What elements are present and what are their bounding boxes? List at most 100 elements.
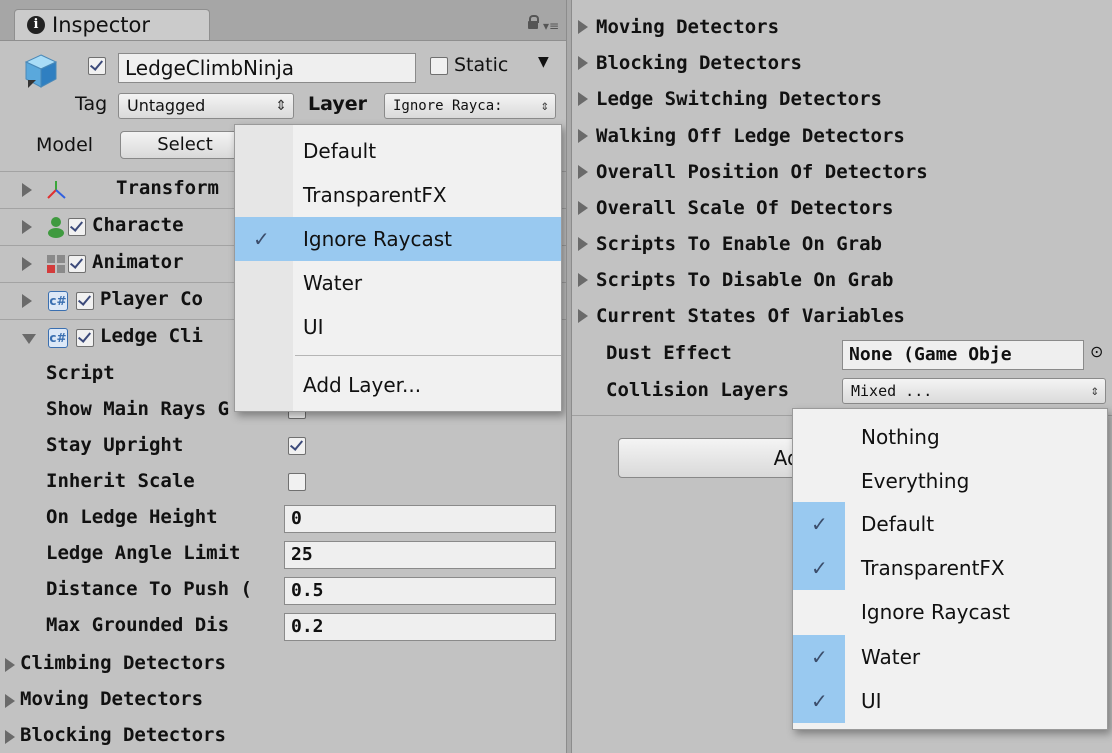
gameobject-cube-icon [24, 54, 58, 88]
inherit-scale-label: Inherit Scale [46, 470, 195, 492]
menu-item-label: UI [303, 315, 324, 339]
collision-menu-item-transparentfx[interactable]: ✓ TransparentFX [793, 546, 1107, 590]
foldout-current-states-of-variables[interactable]: Current States Of Variables [572, 301, 1112, 338]
on-ledge-height-input[interactable]: 0 [284, 505, 556, 533]
csharp-script-icon: c# [48, 291, 68, 311]
foldout-arrow-icon[interactable] [22, 220, 32, 234]
menu-separator [295, 355, 561, 356]
updown-arrows-icon: ⇕ [540, 98, 549, 114]
layer-menu-item-water[interactable]: Water [235, 261, 561, 305]
menu-item-label: Default [861, 512, 935, 536]
ledge-angle-limit-input[interactable]: 25 [284, 541, 556, 569]
foldout-arrow-icon[interactable] [578, 56, 588, 70]
foldout-arrow-icon[interactable] [5, 658, 15, 672]
tag-dropdown[interactable]: Untagged ⇕ [118, 93, 294, 119]
tab-bar: i Inspector ▾≡ [0, 0, 566, 41]
info-icon: i [27, 16, 45, 34]
foldout-arrow-icon[interactable] [578, 92, 588, 106]
foldout-arrow-icon[interactable] [578, 20, 588, 34]
collision-menu-item-ui[interactable]: ✓ UI [793, 679, 1107, 723]
collision-menu-item-everything[interactable]: Everything [793, 459, 1107, 503]
static-checkbox[interactable] [430, 57, 448, 75]
script-label: Script [46, 362, 115, 384]
object-picker-icon[interactable]: ⊙ [1090, 342, 1103, 361]
menu-item-label: Default [303, 139, 377, 163]
foldout-blocking-detectors[interactable]: Blocking Detectors [572, 48, 1112, 85]
static-dropdown-arrow-icon[interactable]: ▼ [538, 54, 549, 70]
foldout-overall-position-of-detectors[interactable]: Overall Position Of Detectors [572, 157, 1112, 194]
foldout-scripts-to-disable-on-grab[interactable]: Scripts To Disable On Grab [572, 265, 1112, 302]
object-name-input[interactable]: LedgeClimbNinja [118, 53, 416, 83]
menu-item-label: TransparentFX [861, 556, 1005, 580]
model-select-button[interactable]: Select [120, 131, 250, 159]
collision-menu-item-ignore-raycast[interactable]: Ignore Raycast [793, 590, 1107, 634]
inherit-scale-checkbox[interactable] [288, 473, 306, 491]
menu-item-label: Everything [861, 469, 970, 493]
layer-menu-item-ignore-raycast[interactable]: ✓ Ignore Raycast [235, 217, 561, 261]
layer-menu-item-default[interactable]: Default [235, 129, 561, 173]
collision-menu-item-water[interactable]: ✓ Water [793, 635, 1107, 679]
foldout-ledge-switching-detectors[interactable]: Ledge Switching Detectors [572, 84, 1112, 121]
foldout-arrow-icon[interactable] [22, 294, 32, 308]
foldout-moving-detectors[interactable]: Moving Detectors [0, 683, 566, 720]
foldout-label: Moving Detectors [596, 16, 780, 38]
max-grounded-dis-input[interactable]: 0.2 [284, 613, 556, 641]
foldout-arrow-icon[interactable] [5, 694, 15, 708]
foldout-label: Overall Scale Of Detectors [596, 197, 894, 219]
tab-menu-icon[interactable]: ▾≡ [543, 19, 559, 33]
animator-icon [47, 255, 65, 273]
inspector-panel: i Inspector ▾≡ LedgeClimbNinja Static ▼ … [0, 0, 566, 753]
layer-dropdown[interactable]: Ignore Rayca: ⇕ [384, 93, 556, 119]
layer-menu: Default TransparentFX ✓ Ignore Raycast W… [234, 124, 562, 412]
foldout-arrow-icon[interactable] [578, 201, 588, 215]
component-enabled-checkbox[interactable] [76, 329, 94, 347]
stay-upright-checkbox[interactable] [288, 437, 306, 455]
foldout-moving-detectors[interactable]: Moving Detectors [572, 12, 1112, 49]
tab-inspector[interactable]: i Inspector [14, 9, 210, 40]
distance-to-push-label: Distance To Push ( [46, 578, 252, 600]
foldout-arrow-icon[interactable] [22, 257, 32, 271]
foldout-label: Scripts To Disable On Grab [596, 269, 894, 291]
check-icon: ✓ [811, 512, 828, 536]
foldout-overall-scale-of-detectors[interactable]: Overall Scale Of Detectors [572, 193, 1112, 230]
collision-layers-dropdown[interactable]: Mixed ... ⇕ [842, 378, 1106, 404]
foldout-arrow-icon[interactable] [578, 309, 588, 323]
menu-item-label: TransparentFX [303, 183, 447, 207]
component-enabled-checkbox[interactable] [68, 218, 86, 236]
foldout-arrow-icon[interactable] [578, 165, 588, 179]
tag-value: Untagged [127, 96, 206, 115]
component-enabled-checkbox[interactable] [68, 255, 86, 273]
foldout-scripts-to-enable-on-grab[interactable]: Scripts To Enable On Grab [572, 229, 1112, 266]
component-name: Transform [116, 177, 219, 199]
foldout-arrow-icon[interactable] [578, 129, 588, 143]
foldout-arrow-icon[interactable] [578, 237, 588, 251]
layer-menu-item-ui[interactable]: UI [235, 305, 561, 349]
foldout-walking-off-ledge-detectors[interactable]: Walking Off Ledge Detectors [572, 121, 1112, 158]
collision-layers-label: Collision Layers [606, 379, 790, 401]
foldout-climbing-detectors[interactable]: Climbing Detectors [0, 647, 566, 684]
collision-menu-item-nothing[interactable]: Nothing [793, 415, 1107, 459]
menu-item-label: UI [861, 689, 882, 713]
collision-layers-value: Mixed ... [851, 382, 933, 400]
lock-icon[interactable] [528, 15, 539, 29]
layer-menu-item-transparentfx[interactable]: TransparentFX [235, 173, 561, 217]
layer-menu-item-add-layer[interactable]: Add Layer... [235, 363, 561, 407]
collision-menu-item-default[interactable]: ✓ Default [793, 502, 1107, 546]
menu-item-label: Nothing [861, 425, 940, 449]
foldout-arrow-icon[interactable] [22, 183, 32, 197]
foldout-label: Moving Detectors [20, 688, 204, 710]
component-enabled-checkbox[interactable] [76, 292, 94, 310]
tab-label: Inspector [52, 13, 150, 37]
foldout-label: Blocking Detectors [20, 724, 226, 746]
foldout-arrow-down-icon[interactable] [22, 334, 36, 344]
foldout-label: Current States Of Variables [596, 305, 905, 327]
active-checkbox[interactable] [88, 57, 106, 75]
menu-item-label: Water [303, 271, 363, 295]
foldout-arrow-icon[interactable] [5, 730, 15, 744]
collision-layers-menu: Nothing Everything ✓ Default ✓ Transpare… [792, 408, 1108, 730]
foldout-label: Walking Off Ledge Detectors [596, 125, 905, 147]
distance-to-push-input[interactable]: 0.5 [284, 577, 556, 605]
foldout-blocking-detectors[interactable]: Blocking Detectors [0, 719, 566, 753]
foldout-arrow-icon[interactable] [578, 273, 588, 287]
dust-effect-field[interactable]: None (Game Obje [842, 340, 1084, 370]
